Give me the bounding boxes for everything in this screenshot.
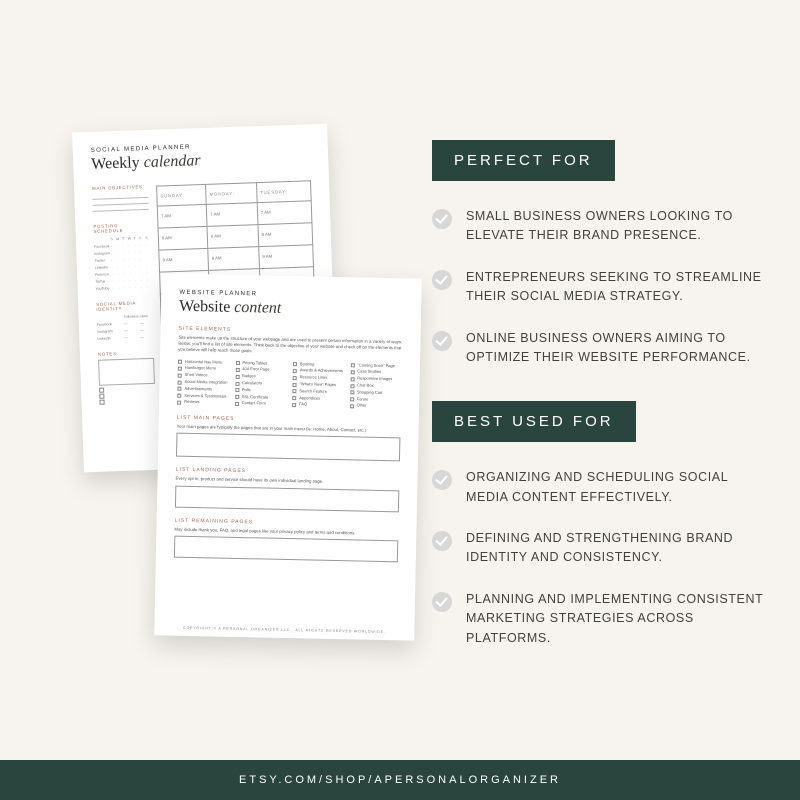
- site-elements-list: Horizontal Nav Menu Pricing Tables Booki…: [177, 359, 402, 409]
- input-box: [176, 433, 400, 462]
- check-icon: [432, 331, 452, 351]
- list-item: ENTREPRENEURS SEEKING TO STREAMLINE THEI…: [432, 268, 768, 307]
- posting-grid: SMTWTFS Facebook······· Instagram·······…: [94, 235, 152, 292]
- check-icon: [432, 209, 452, 229]
- sidebar: MAIN OBJECTIVES POSTING SCHEDULE SMTWTFS…: [92, 178, 156, 405]
- list-item: SMALL BUSINESS OWNERS LOOKING TO ELEVATE…: [432, 207, 768, 246]
- check-icon: [432, 270, 452, 290]
- badge-best-used-for: BEST USED FOR: [432, 401, 636, 442]
- list-item: DEFINING AND STRENGTHENING BRAND IDENTIT…: [432, 529, 768, 568]
- list-item: ONLINE BUSINESS OWNERS AIMING TO OPTIMIZ…: [432, 329, 768, 368]
- check-icon: [432, 470, 452, 490]
- best-used-for-list: ORGANIZING AND SCHEDULING SOCIAL MEDIA C…: [432, 468, 768, 648]
- mockup-page-website-content: WEBSITE PLANNER Website content SITE ELE…: [154, 273, 422, 640]
- copyright: COPYRIGHT © A PERSONAL ORGANIZER LLC., A…: [154, 625, 414, 634]
- badge-perfect-for: PERFECT FOR: [432, 140, 615, 181]
- list-item: PLANNING AND IMPLEMENTING CONSISTENT MAR…: [432, 590, 768, 648]
- check-icon: [432, 531, 452, 551]
- input-box: [175, 485, 399, 512]
- check-icon: [432, 592, 452, 612]
- footer-text: ETSY.COM/SHOP/APERSONALORGANIZER: [239, 774, 561, 786]
- page-title: Website content: [179, 298, 403, 321]
- info-column: PERFECT FOR SMALL BUSINESS OWNERS LOOKIN…: [432, 140, 768, 682]
- footer-bar: ETSY.COM/SHOP/APERSONALORGANIZER: [0, 760, 800, 800]
- input-box: [174, 536, 398, 563]
- perfect-for-list: SMALL BUSINESS OWNERS LOOKING TO ELEVATE…: [432, 207, 768, 367]
- list-item: ORGANIZING AND SCHEDULING SOCIAL MEDIA C…: [432, 468, 768, 507]
